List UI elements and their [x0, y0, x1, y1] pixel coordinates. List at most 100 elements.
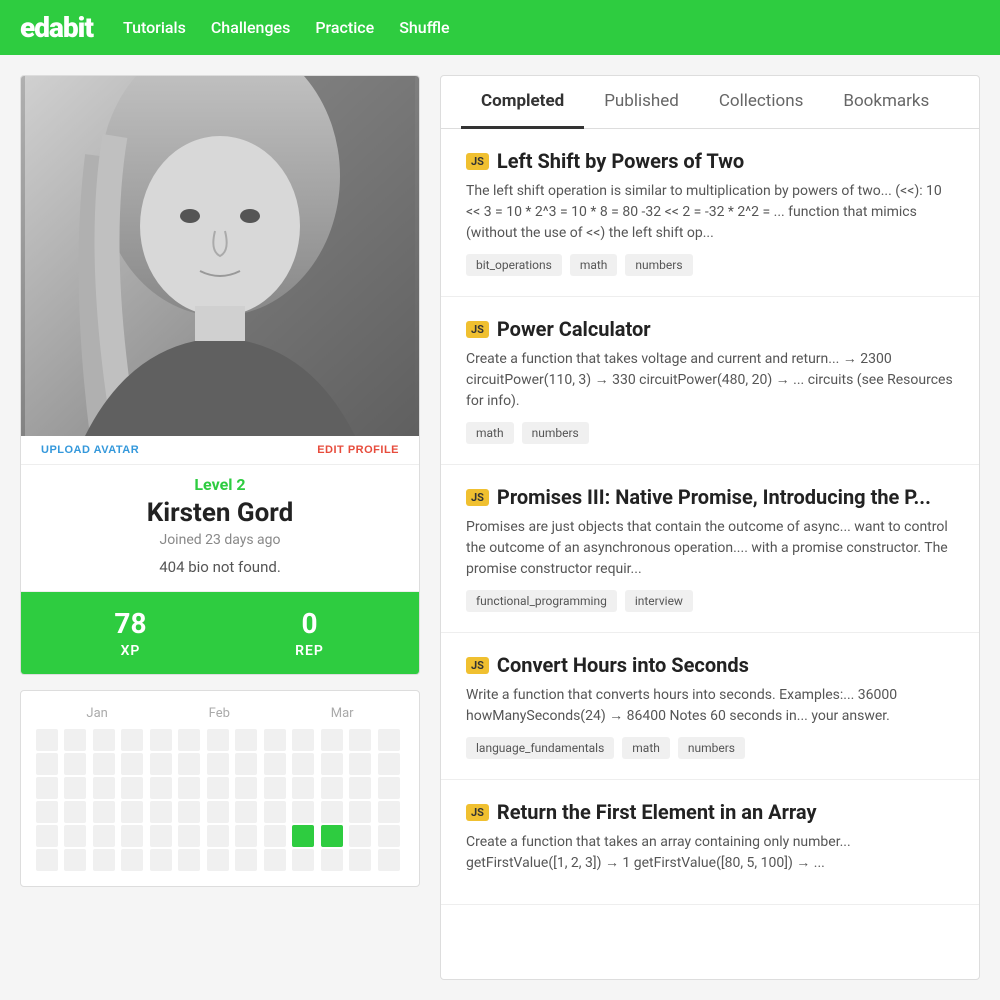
calendar-cell: [349, 801, 371, 823]
challenge-title-row: JSPromises III: Native Promise, Introduc…: [466, 485, 954, 509]
calendar-cell: [36, 777, 58, 799]
tab-completed[interactable]: Completed: [461, 76, 584, 129]
xp-label: XP: [121, 643, 141, 659]
nav-practice[interactable]: Practice: [315, 18, 374, 37]
tag[interactable]: bit_operations: [466, 254, 562, 276]
challenge-title: Convert Hours into Seconds: [497, 653, 749, 677]
calendar-cell: [150, 777, 172, 799]
calendar-cell: [292, 777, 314, 799]
calendar-cell: [36, 825, 58, 847]
calendar-cell: [378, 849, 400, 871]
calendar-month-jan: Jan: [86, 706, 107, 721]
xp-stat: 78 XP: [41, 607, 220, 659]
calendar-cell: [64, 849, 86, 871]
calendar-cell: [235, 753, 257, 775]
challenge-title-row: JSReturn the First Element in an Array: [466, 800, 954, 824]
avatar: [21, 76, 419, 436]
nav-shuffle[interactable]: Shuffle: [399, 18, 449, 37]
challenge-description: Create a function that takes an array co…: [466, 832, 954, 874]
xp-value: 78: [41, 607, 220, 640]
tab-bookmarks[interactable]: Bookmarks: [823, 76, 949, 129]
calendar-cell: [207, 753, 229, 775]
activity-calendar: Jan Feb Mar: [20, 690, 420, 887]
calendar-cell: [378, 801, 400, 823]
calendar-cell: [150, 825, 172, 847]
challenge-title: Power Calculator: [497, 317, 651, 341]
language-badge: JS: [466, 657, 489, 674]
tab-published[interactable]: Published: [584, 76, 699, 129]
main-layout: UPLOAD AVATAR EDIT PROFILE Level 2 Kirst…: [0, 55, 1000, 1000]
calendar-cell: [264, 777, 286, 799]
calendar-cell: [378, 777, 400, 799]
challenge-item[interactable]: JSLeft Shift by Powers of TwoThe left sh…: [441, 129, 979, 297]
calendar-cell: [150, 729, 172, 751]
calendar-cell: [178, 825, 200, 847]
calendar-cell: [64, 777, 86, 799]
calendar-cell: [93, 849, 115, 871]
calendar-cell: [207, 777, 229, 799]
challenge-item[interactable]: JSConvert Hours into SecondsWrite a func…: [441, 633, 979, 780]
calendar-cell: [235, 801, 257, 823]
upload-avatar-button[interactable]: UPLOAD AVATAR: [41, 444, 139, 456]
calendar-cell: [178, 729, 200, 751]
challenge-item[interactable]: JSPower Calculator Create a function that…: [441, 297, 979, 465]
avatar-actions: UPLOAD AVATAR EDIT PROFILE: [21, 436, 419, 465]
calendar-cell: [207, 825, 229, 847]
calendar-cell: [121, 777, 143, 799]
calendar-cell: [121, 729, 143, 751]
challenge-item[interactable]: JSReturn the First Element in an Array Cr…: [441, 780, 979, 905]
tab-collections[interactable]: Collections: [699, 76, 824, 129]
tag[interactable]: numbers: [522, 422, 589, 444]
calendar-cell: [150, 801, 172, 823]
calendar-cell: [178, 849, 200, 871]
calendar-cell: [93, 825, 115, 847]
calendar-cell: [64, 729, 86, 751]
header: edabit Tutorials Challenges Practice Shu…: [0, 0, 1000, 55]
tag[interactable]: math: [466, 422, 514, 444]
nav-challenges[interactable]: Challenges: [211, 18, 290, 37]
calendar-cell: [292, 753, 314, 775]
calendar-cell: [321, 729, 343, 751]
nav-tutorials[interactable]: Tutorials: [123, 18, 186, 37]
tag[interactable]: math: [622, 737, 670, 759]
sidebar: UPLOAD AVATAR EDIT PROFILE Level 2 Kirst…: [20, 75, 420, 980]
calendar-cell: [121, 849, 143, 871]
tag[interactable]: math: [570, 254, 618, 276]
calendar-cell: [349, 849, 371, 871]
calendar-cell: [235, 777, 257, 799]
calendar-cell: [292, 729, 314, 751]
site-logo[interactable]: edabit: [20, 11, 93, 44]
calendar-cell: [36, 801, 58, 823]
calendar-cell: [93, 729, 115, 751]
challenge-title: Promises III: Native Promise, Introducin…: [497, 485, 931, 509]
tag[interactable]: functional_programming: [466, 590, 617, 612]
challenge-tags: bit_operations math numbers: [466, 254, 954, 276]
tag[interactable]: numbers: [678, 737, 745, 759]
join-date: Joined 23 days ago: [41, 532, 399, 548]
challenge-title-row: JS Convert Hours into Seconds: [466, 653, 954, 677]
bio: 404 bio not found.: [41, 558, 399, 576]
calendar-cell: [349, 825, 371, 847]
avatar-container: [21, 76, 419, 436]
calendar-cell: [93, 753, 115, 775]
challenge-title: Left Shift by Powers of Two: [497, 149, 744, 173]
calendar-cell: [235, 825, 257, 847]
tag[interactable]: language_fundamentals: [466, 737, 614, 759]
calendar-grid: [36, 729, 404, 871]
challenge-description: Create a function that takes voltage and…: [466, 349, 954, 412]
challenge-tags: functional_programming interview: [466, 590, 954, 612]
calendar-cell: [235, 729, 257, 751]
tag[interactable]: interview: [625, 590, 693, 612]
challenge-title-row: JSPower Calculator: [466, 317, 954, 341]
calendar-month-feb: Feb: [209, 706, 230, 721]
calendar-cell: [292, 849, 314, 871]
calendar-cell: [64, 825, 86, 847]
calendar-cell: [235, 849, 257, 871]
calendar-cell: [321, 753, 343, 775]
tag[interactable]: numbers: [625, 254, 692, 276]
calendar-cell: [264, 825, 286, 847]
calendar-cell: [378, 825, 400, 847]
stats-bar: 78 XP 0 REP: [21, 592, 419, 674]
edit-profile-button[interactable]: EDIT PROFILE: [317, 444, 399, 456]
challenge-item[interactable]: JSPromises III: Native Promise, Introduc…: [441, 465, 979, 633]
